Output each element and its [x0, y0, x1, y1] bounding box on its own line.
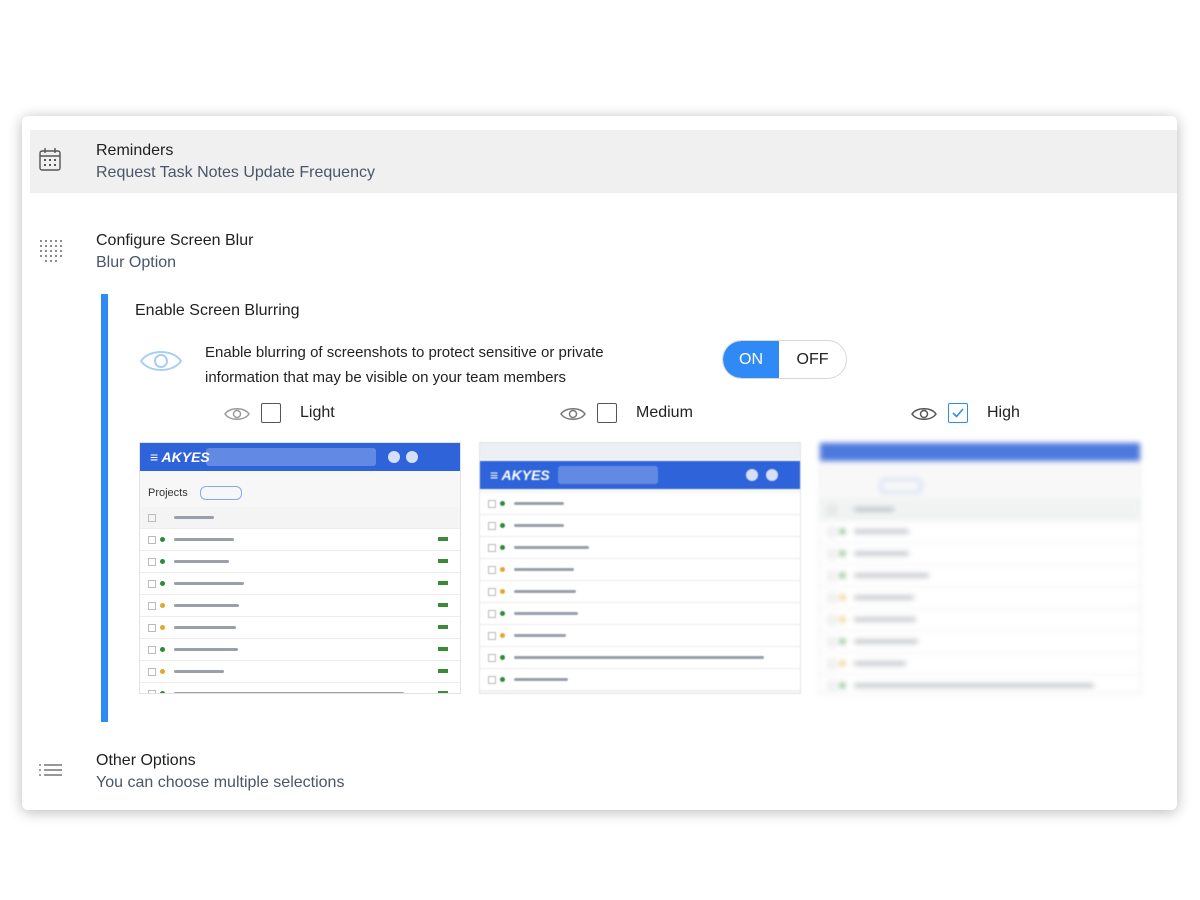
reminders-row[interactable]: Reminders Request Task Notes Update Freq… — [30, 130, 1177, 193]
toggle-off-button[interactable]: OFF — [779, 341, 846, 378]
reminders-title: Reminders — [96, 142, 174, 159]
calendar-icon — [38, 146, 62, 174]
configure-blur-row[interactable]: Configure Screen Blur Blur Option — [30, 220, 1177, 280]
blur-description: Enable blurring of screenshots to protec… — [205, 344, 604, 386]
reminders-subtitle: Request Task Notes Update Frequency — [96, 164, 375, 181]
eye-icon — [911, 405, 937, 423]
other-options-title: Other Options — [96, 752, 196, 769]
high-preview-image — [819, 442, 1141, 694]
high-label: High — [987, 404, 1020, 421]
eye-icon — [224, 405, 250, 423]
other-options-row[interactable]: Other Options You can choose multiple se… — [30, 740, 1177, 800]
configure-blur-title: Configure Screen Blur — [96, 232, 254, 249]
medium-label: Medium — [636, 404, 693, 421]
high-checkbox[interactable] — [948, 403, 968, 423]
light-preview-image: ≡ AKYES Projects — [139, 442, 461, 694]
grid-dots-icon — [38, 236, 62, 264]
eye-icon — [139, 346, 183, 376]
enable-blur-title: Enable Screen Blurring — [135, 302, 300, 319]
eye-icon — [560, 405, 586, 423]
configure-blur-subtitle: Blur Option — [96, 254, 177, 271]
toggle-on-button[interactable]: ON — [723, 341, 779, 378]
list-icon — [38, 756, 62, 784]
medium-checkbox[interactable] — [597, 403, 617, 423]
blur-settings-panel: Enable Screen Blurring Enable blurring o… — [101, 294, 1168, 722]
check-icon — [952, 408, 964, 418]
light-checkbox[interactable] — [261, 403, 281, 423]
blur-toggle[interactable]: ON OFF — [722, 340, 847, 379]
light-label: Light — [300, 404, 335, 421]
settings-card: Reminders Request Task Notes Update Freq… — [22, 116, 1177, 810]
other-options-subtitle: You can choose multiple selections — [96, 774, 345, 791]
medium-preview-image: ≡ AKYES — [479, 442, 801, 694]
